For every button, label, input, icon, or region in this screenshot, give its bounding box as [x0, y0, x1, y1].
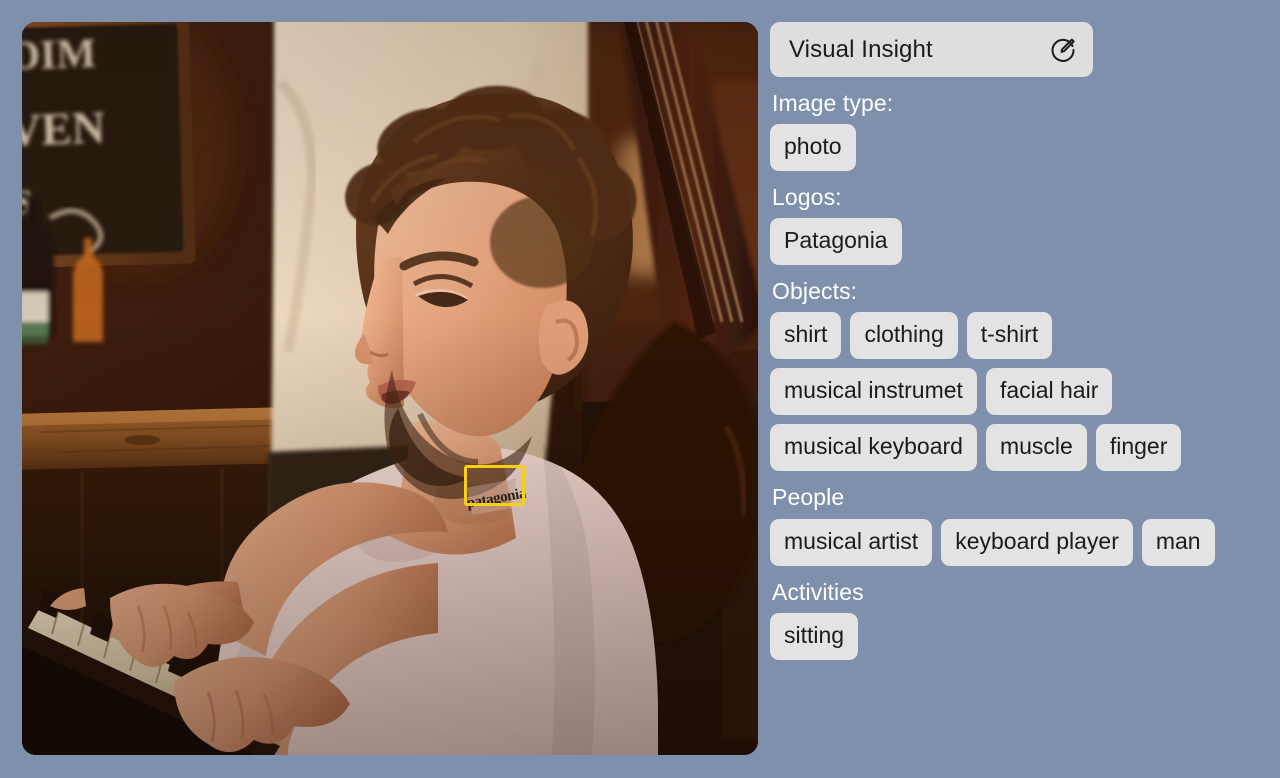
insight-sections: Image type: photo Logos: Patagonia Objects: s… — [770, 91, 1258, 660]
section-image-type: Image type: photo — [770, 90, 1258, 172]
section-people: People musical artist keyboard player man — [770, 484, 1258, 566]
section-label-objects: Objects: — [772, 278, 858, 305]
section-objects: Objects: shirt clothing t-shirt musical inst… — [770, 278, 1258, 472]
tag-chip[interactable]: keyboard player — [941, 518, 1133, 566]
tag-chip[interactable]: clothing — [850, 312, 958, 360]
section-label-people: People — [772, 484, 845, 511]
chip-row-activities: sitting — [770, 612, 1258, 660]
analyzed-image-container[interactable]: DIM VEN S — [22, 22, 758, 755]
tag-chip[interactable]: t-shirt — [966, 312, 1053, 360]
tag-chip[interactable]: photo — [770, 124, 856, 172]
visual-insight-panel: Visual Insight Image type: photo Logos: Pat… — [770, 22, 1258, 755]
section-label-activities: Activities — [772, 578, 864, 605]
section-logos: Logos: Patagonia — [770, 184, 1258, 266]
tag-chip[interactable]: musical artist — [770, 518, 933, 566]
section-activities: Activities sitting — [770, 578, 1258, 660]
tag-chip[interactable]: musical instrumet — [770, 368, 977, 416]
chip-row-logos: Patagonia — [770, 218, 1258, 266]
chip-row-people: musical artist keyboard player man — [770, 518, 1258, 566]
page-title: Visual Insight — [789, 35, 933, 63]
chip-row-objects: shirt clothing t-shirt musical instrumet fac… — [770, 312, 1258, 472]
tag-chip[interactable]: facial hair — [985, 368, 1113, 416]
analyzed-photo: DIM VEN S — [22, 22, 758, 755]
section-label-logos: Logos: — [772, 184, 842, 211]
panel-header: Visual Insight — [770, 22, 1093, 77]
chip-row-image-type: photo — [770, 124, 1258, 172]
tag-chip[interactable]: shirt — [770, 312, 842, 360]
tag-chip[interactable]: sitting — [770, 612, 859, 660]
section-label-image-type: Image type: — [772, 90, 894, 116]
edit-pencil-circle-icon[interactable] — [1049, 36, 1077, 64]
tag-chip[interactable]: muscle — [985, 424, 1087, 472]
tag-chip[interactable]: man — [1141, 518, 1215, 566]
tag-chip[interactable]: Patagonia — [770, 218, 902, 266]
tag-chip[interactable]: musical keyboard — [770, 424, 977, 472]
tag-chip[interactable]: finger — [1095, 424, 1182, 472]
